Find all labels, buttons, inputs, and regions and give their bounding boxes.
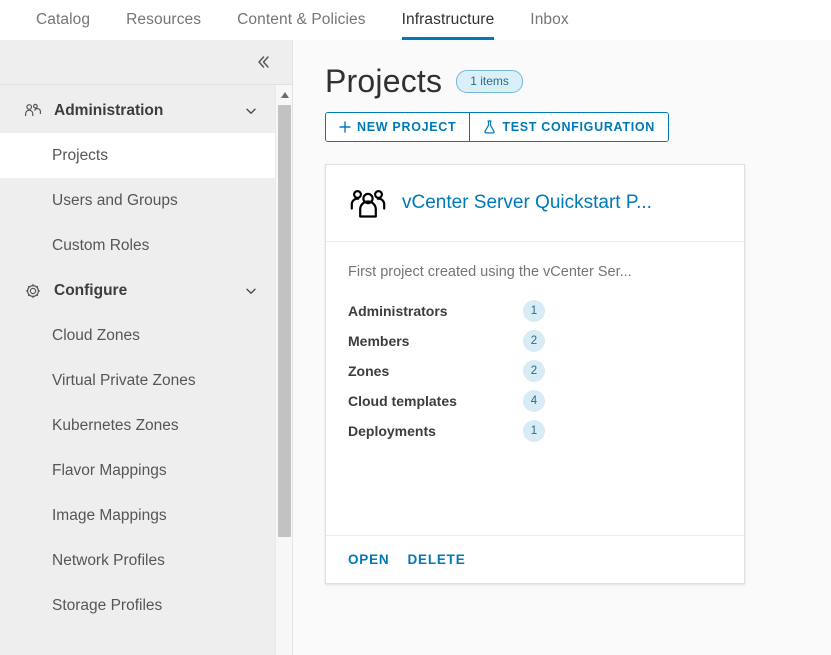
sidebar-item-kubernetes-zones[interactable]: Kubernetes Zones <box>0 403 275 448</box>
sidebar-item-custom-roles[interactable]: Custom Roles <box>0 223 275 268</box>
sidebar-group-administration[interactable]: Administration <box>0 88 275 133</box>
tab-content-and-policies[interactable]: Content & Policies <box>237 11 365 40</box>
top-navigation: Catalog Resources Content & Policies Inf… <box>0 0 831 40</box>
chevron-double-left-icon[interactable] <box>250 49 276 75</box>
project-card-footer: OPEN DELETE <box>326 535 744 583</box>
project-description: First project created using the vCenter … <box>348 264 632 280</box>
page-action-button-group: NEW PROJECT TEST CONFIGURATION <box>325 112 670 142</box>
sidebar-item-virtual-private-zones[interactable]: Virtual Private Zones <box>0 358 275 403</box>
chevron-down-icon[interactable] <box>243 103 259 119</box>
sidebar-item-flavor-mappings[interactable]: Flavor Mappings <box>0 448 275 493</box>
project-card-title[interactable]: vCenter Server Quickstart P... <box>402 192 652 214</box>
scrollbar-thumb[interactable] <box>278 105 291 537</box>
page-header: Projects 1 items <box>325 58 831 104</box>
tab-resources[interactable]: Resources <box>126 11 201 40</box>
stat-value-administrators: 1 <box>523 300 545 322</box>
stat-label-zones: Zones <box>348 363 390 379</box>
stat-row: Deployments 1 <box>348 416 722 446</box>
sidebar: Administration Projects Users and Groups… <box>0 40 293 655</box>
sidebar-scrollbar[interactable] <box>275 85 292 655</box>
stat-row: Members 2 <box>348 326 722 356</box>
stat-label-cloud-templates: Cloud templates <box>348 393 457 409</box>
project-card: vCenter Server Quickstart P... First pro… <box>325 164 745 584</box>
sidebar-scroll-area: Administration Projects Users and Groups… <box>0 85 292 655</box>
scroll-up-arrow-icon[interactable] <box>279 89 291 101</box>
stat-value-members: 2 <box>523 330 545 352</box>
stat-label-members: Members <box>348 333 410 349</box>
page-title: Projects <box>325 62 443 99</box>
users-group-icon <box>22 101 44 121</box>
sidebar-group-label: Administration <box>54 101 164 119</box>
users-group-icon <box>348 185 388 221</box>
project-card-header: vCenter Server Quickstart P... <box>326 165 744 242</box>
stat-row: Zones 2 <box>348 356 722 386</box>
stat-value-deployments: 1 <box>523 420 545 442</box>
sidebar-item-image-mappings[interactable]: Image Mappings <box>0 493 275 538</box>
app-root: Catalog Resources Content & Policies Inf… <box>0 0 831 655</box>
project-card-body: First project created using the vCenter … <box>326 242 744 535</box>
stat-label-administrators: Administrators <box>348 303 448 319</box>
sidebar-group-configure[interactable]: Configure <box>0 268 275 313</box>
sidebar-item-cloud-zones[interactable]: Cloud Zones <box>0 313 275 358</box>
chevron-down-icon[interactable] <box>243 283 259 299</box>
sidebar-item-network-profiles[interactable]: Network Profiles <box>0 538 275 583</box>
delete-project-button[interactable]: DELETE <box>407 552 465 567</box>
test-configuration-label: TEST CONFIGURATION <box>502 120 656 134</box>
sidebar-item-users-and-groups[interactable]: Users and Groups <box>0 178 275 223</box>
tab-infrastructure[interactable]: Infrastructure <box>401 11 495 40</box>
stat-row: Cloud templates 4 <box>348 386 722 416</box>
tab-inbox[interactable]: Inbox <box>530 11 568 40</box>
test-configuration-button[interactable]: TEST CONFIGURATION <box>469 113 669 141</box>
new-project-button[interactable]: NEW PROJECT <box>326 113 470 141</box>
main-content: Projects 1 items NEW PROJECT TEST CONFIG <box>293 40 831 655</box>
stat-row: Administrators 1 <box>348 296 722 326</box>
sidebar-item-storage-profiles[interactable]: Storage Profiles <box>0 583 275 628</box>
open-project-button[interactable]: OPEN <box>348 552 389 567</box>
stat-value-zones: 2 <box>523 360 545 382</box>
sidebar-group-label: Configure <box>54 281 128 299</box>
gear-icon <box>22 281 44 301</box>
plus-icon <box>339 121 351 133</box>
tab-catalog[interactable]: Catalog <box>36 11 90 40</box>
stat-label-deployments: Deployments <box>348 423 436 439</box>
stat-value-cloud-templates: 4 <box>523 390 545 412</box>
sidebar-header <box>0 40 292 85</box>
sidebar-item-projects[interactable]: Projects <box>0 133 275 178</box>
sidebar-nav-list: Administration Projects Users and Groups… <box>0 85 275 628</box>
flask-icon <box>483 120 496 134</box>
new-project-label: NEW PROJECT <box>357 120 457 134</box>
items-count-badge: 1 items <box>456 69 523 93</box>
